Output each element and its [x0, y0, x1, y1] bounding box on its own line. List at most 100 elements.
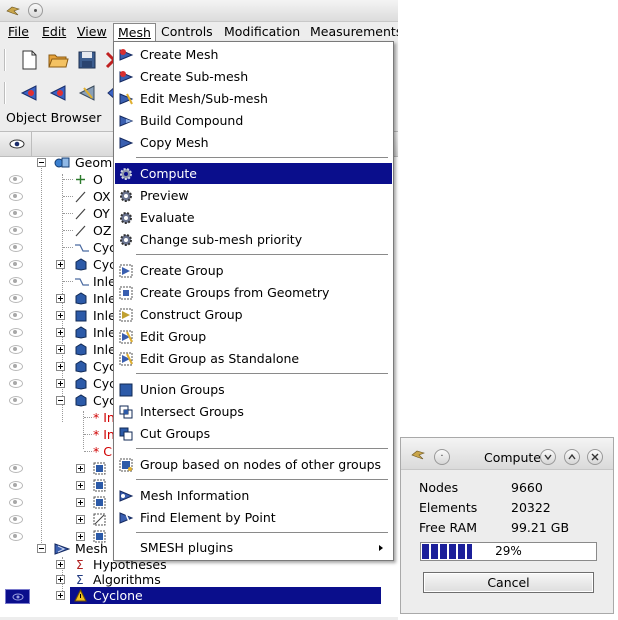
menu-item-find-element[interactable]: Find Element by Point: [115, 507, 392, 528]
menu-item-compute[interactable]: Compute: [115, 163, 392, 184]
menu-edit[interactable]: Edit: [38, 23, 70, 41]
menu-item-group-on-nodes[interactable]: Group based on nodes of other groups: [115, 454, 392, 475]
group-on-nodes-icon: [119, 458, 133, 472]
view-fit-icon[interactable]: [74, 80, 100, 106]
expand-toggle[interactable]: [56, 294, 65, 303]
menu-item-edit-group[interactable]: Edit Group: [115, 326, 392, 347]
expand-toggle[interactable]: [56, 345, 65, 354]
visibility-toggle-selected[interactable]: [5, 589, 30, 604]
view-rotate-right-icon[interactable]: [45, 80, 71, 106]
expand-toggle[interactable]: [76, 464, 85, 473]
menu-item-copy-mesh[interactable]: Copy Mesh: [115, 132, 392, 153]
visibility-eye-icon[interactable]: [9, 277, 23, 286]
menu-view[interactable]: View: [73, 23, 111, 41]
menu-item-change-priority[interactable]: Change sub-mesh priority: [115, 229, 392, 250]
chevron-up-icon: [568, 453, 576, 460]
menu-item-label: Create Group: [140, 263, 224, 278]
menu-item-groups-from-geometry[interactable]: Create Groups from Geometry: [115, 282, 392, 303]
view-rotate-left-icon[interactable]: [16, 80, 42, 106]
visibility-eye-icon[interactable]: [9, 243, 23, 252]
menu-measurements[interactable]: Measurements: [306, 23, 398, 41]
expand-toggle[interactable]: [56, 379, 65, 388]
collapse-toggle[interactable]: [37, 544, 46, 553]
tree-label: Cyclone: [93, 588, 143, 603]
group-icon: [93, 462, 106, 475]
visibility-eye-icon[interactable]: [9, 226, 23, 235]
expand-toggle[interactable]: [56, 591, 65, 600]
visibility-column-header[interactable]: [0, 132, 32, 156]
visibility-eye-icon[interactable]: [9, 345, 23, 354]
new-file-icon[interactable]: [16, 47, 42, 73]
menu-item-create-group[interactable]: Create Group: [115, 260, 392, 281]
menu-item-smesh-plugins[interactable]: SMESH plugins: [115, 537, 392, 558]
visibility-eye-icon[interactable]: [9, 311, 23, 320]
vector-icon: [75, 208, 86, 220]
menu-item-create-mesh[interactable]: Create Mesh: [115, 44, 392, 65]
tree-row-cyclone-mesh[interactable]: Cyclone: [56, 587, 381, 604]
visibility-eye-icon[interactable]: [9, 396, 23, 405]
visibility-eye-icon[interactable]: [9, 515, 23, 524]
sketch-icon: [75, 278, 89, 286]
visibility-eye-icon[interactable]: [9, 192, 23, 201]
construct-group-icon: [119, 308, 133, 322]
preview-gear-icon: [120, 190, 132, 202]
hypothesis-icon: Σ: [76, 558, 84, 571]
dialog-menu-button[interactable]: ·: [434, 449, 450, 465]
expand-toggle[interactable]: [56, 311, 65, 320]
visibility-eye-icon[interactable]: [9, 498, 23, 507]
menu-file[interactable]: File: [4, 23, 33, 41]
open-folder-icon[interactable]: [45, 47, 71, 73]
priority-gear-icon: [120, 234, 132, 246]
visibility-eye-icon[interactable]: [9, 481, 23, 490]
visibility-eye-icon[interactable]: [9, 260, 23, 269]
tree-label: OX: [93, 189, 111, 204]
menu-item-create-sub-mesh[interactable]: Create Sub-mesh: [115, 66, 392, 87]
menu-edit-label: Edit: [42, 24, 67, 39]
minimize-button[interactable]: [540, 449, 556, 465]
window-menu-button[interactable]: [28, 3, 43, 18]
solid-icon: [75, 394, 87, 407]
collapse-toggle[interactable]: [56, 396, 65, 405]
menu-item-label: Group based on nodes of other groups: [140, 457, 382, 472]
expand-toggle[interactable]: [76, 498, 85, 507]
expand-toggle[interactable]: [56, 575, 65, 584]
visibility-eye-icon[interactable]: [9, 209, 23, 218]
menu-item-mesh-information[interactable]: Mesh Information: [115, 485, 392, 506]
build-compound-icon: [119, 115, 134, 127]
group-edge-icon: [93, 513, 106, 526]
cancel-button[interactable]: Cancel: [423, 572, 594, 593]
expand-toggle[interactable]: [56, 260, 65, 269]
menu-modification[interactable]: Modification: [220, 23, 304, 41]
menu-item-construct-group[interactable]: Construct Group: [115, 304, 392, 325]
expand-toggle[interactable]: [56, 560, 65, 569]
maximize-button[interactable]: [564, 449, 580, 465]
visibility-eye-icon[interactable]: [9, 175, 23, 184]
menu-mesh[interactable]: Mesh: [113, 23, 156, 43]
expand-toggle[interactable]: [76, 481, 85, 490]
visibility-eye-icon[interactable]: [9, 362, 23, 371]
close-button[interactable]: [587, 449, 603, 465]
menu-controls[interactable]: Controls: [157, 23, 217, 41]
expand-toggle[interactable]: [76, 515, 85, 524]
collapse-toggle[interactable]: [37, 158, 46, 167]
expand-toggle[interactable]: [56, 328, 65, 337]
menu-item-edit-mesh[interactable]: Edit Mesh/Sub-mesh: [115, 88, 392, 109]
tree-row-algorithms[interactable]: Σ Algorithms: [0, 571, 398, 588]
save-icon[interactable]: [74, 47, 100, 73]
tree-label: OY: [93, 206, 110, 221]
menu-item-intersect-groups[interactable]: Intersect Groups: [115, 401, 392, 422]
visibility-eye-icon[interactable]: [9, 379, 23, 388]
visibility-eye-icon[interactable]: [9, 328, 23, 337]
edit-group-standalone-icon: [119, 352, 133, 366]
menu-item-preview[interactable]: Preview: [115, 185, 392, 206]
menu-item-cut-groups[interactable]: Cut Groups: [115, 423, 392, 444]
edit-mesh-icon: [119, 93, 134, 105]
expand-toggle[interactable]: [56, 362, 65, 371]
visibility-eye-icon[interactable]: [9, 294, 23, 303]
menu-item-build-compound[interactable]: Build Compound: [115, 110, 392, 131]
visibility-eye-icon[interactable]: [9, 464, 23, 473]
menu-item-union-groups[interactable]: Union Groups: [115, 379, 392, 400]
compute-progress-dialog: · Compute Nodes 9660 Elements 20322 Free…: [400, 437, 614, 614]
menu-item-edit-group-standalone[interactable]: Edit Group as Standalone: [115, 348, 392, 369]
menu-item-evaluate[interactable]: Evaluate: [115, 207, 392, 228]
